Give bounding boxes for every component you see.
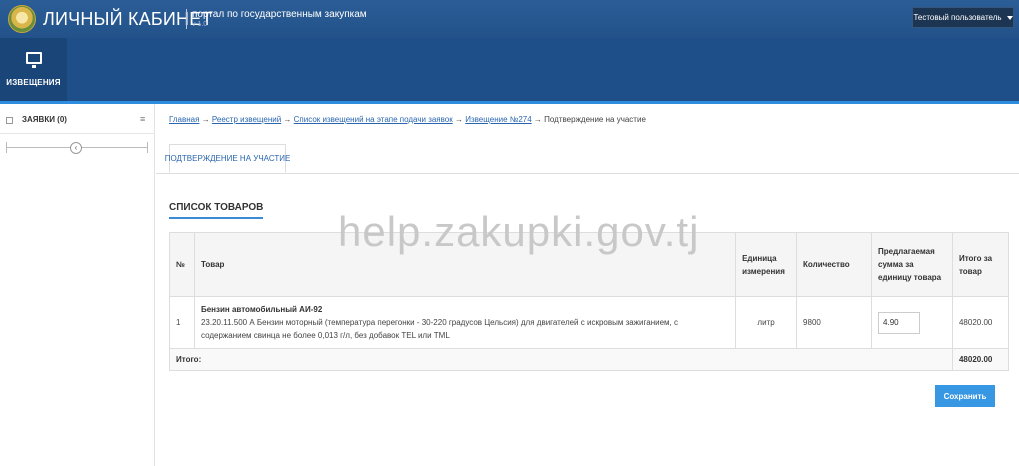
breadcrumb-link-notice-list[interactable]: Список извещений на этапе подачи заявок [294,115,453,124]
breadcrumb: Главная → Реестр извещений → Список изве… [169,115,646,124]
col-header-num: № [169,232,195,297]
nav-item-notices[interactable]: ИЗВЕЩЕНИЯ [0,38,67,101]
table-header-row: № Товар Единица измерения Количество Пре… [169,232,1010,297]
product-description: 23.20.11.500 А Бензин моторный (температ… [200,318,678,340]
tab-participation-confirmation[interactable]: ПОДТВЕРЖДЕНИЕ НА УЧАСТИЕ [165,144,290,173]
breadcrumb-separator: → [533,115,542,124]
col-header-qty: Количество [796,232,873,297]
top-header: ЛИЧНЫЙ КАБИНЕТ портал по государственным… [0,0,1019,38]
col-header-unit: Единица измерения [735,232,798,297]
total-label: Итого: [169,348,953,371]
row-total: 48020.00 [951,296,1010,349]
row-num: 1 [169,296,195,349]
col-header-price: Предлагаемая сумма за единицу товара [871,232,953,297]
user-menu-button[interactable]: Тестовый пользователь [912,7,1014,28]
unit-price-input[interactable] [878,311,921,334]
breadcrumb-current: Подтверждение на участие [544,115,646,124]
breadcrumb-link-home[interactable]: Главная [169,115,199,124]
nav-item-label: ИЗВЕЩЕНИЯ [6,78,61,87]
user-name: Тестовый пользователь [913,13,1002,22]
app-subtitle: портал по государственным закупкам [192,9,367,20]
save-button[interactable]: Сохранить [935,385,995,407]
row-product: Бензин автомобильный АИ-92 23.20.11.500 … [193,296,737,349]
chevron-down-icon [1006,15,1013,20]
app-title: ЛИЧНЫЙ КАБИНЕТ [43,9,213,29]
goods-table: № Товар Единица измерения Количество Пре… [169,232,1010,371]
product-name: Бензин автомобильный АИ-92 [200,305,323,314]
breadcrumb-separator: → [454,115,463,124]
title-divider [186,9,187,29]
menu-icon[interactable]: ≡ [140,114,145,124]
tab-underline [156,173,1019,174]
sidebar-rule-right [147,142,148,153]
emblem-logo [8,5,36,33]
row-qty: 9800 [796,296,873,349]
sidebar: ЗАЯВКИ (0) ≡ ‹ [0,104,155,466]
table-total-row: Итого: 48020.00 [169,348,1010,371]
main-nav: ИЗВЕЩЕНИЯ [0,38,1019,101]
checkbox-icon [6,117,13,124]
breadcrumb-separator: → [283,115,292,124]
row-unit: литр [735,296,798,349]
table-row: 1 Бензин автомобильный АИ-92 23.20.11.50… [169,296,1010,349]
sidebar-divider [0,133,155,134]
collapse-sidebar-icon[interactable]: ‹ [70,142,82,154]
col-header-total: Итого за товар [951,232,1010,297]
breadcrumb-separator: → [201,115,210,124]
col-header-name: Товар [193,232,737,297]
total-value: 48020.00 [951,348,1010,371]
sidebar-title: ЗАЯВКИ (0) [22,115,67,124]
breadcrumb-link-notice[interactable]: Извещение №274 [465,115,531,124]
row-price-cell [871,296,953,349]
monitor-icon [25,52,42,68]
section-title-underline [169,217,263,219]
app-version: v 1.0 [192,21,208,28]
sidebar-header[interactable]: ЗАЯВКИ (0) ≡ [0,112,155,130]
section-title: СПИСОК ТОВАРОВ [169,202,264,213]
breadcrumb-link-registry[interactable]: Реестр извещений [212,115,281,124]
